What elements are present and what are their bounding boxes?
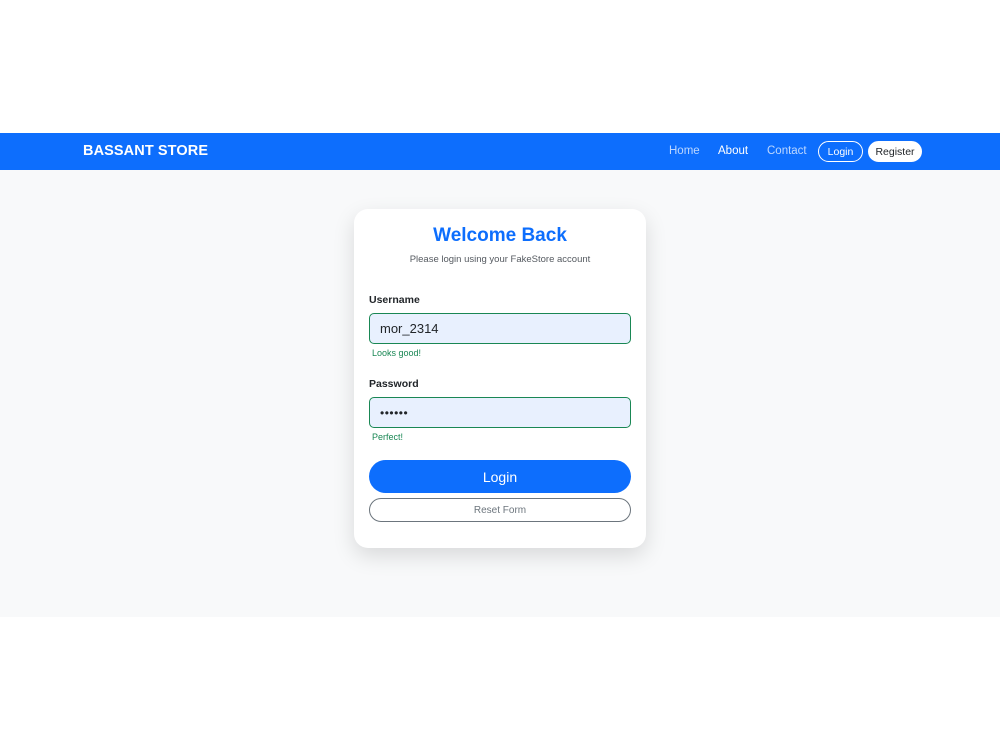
- login-submit-button[interactable]: Login: [369, 460, 631, 493]
- page: BASSANT STORE Home About Contact Login R…: [0, 0, 1000, 750]
- card-subtitle: Please login using your FakeStore accoun…: [409, 254, 591, 265]
- password-input[interactable]: ••••••: [369, 397, 631, 428]
- card-title: Welcome Back: [433, 225, 567, 246]
- brand-logo[interactable]: BASSANT STORE: [83, 143, 208, 159]
- nav-link-about[interactable]: About: [718, 145, 748, 157]
- username-label: Username: [369, 294, 420, 306]
- nav-register-button[interactable]: Register: [868, 141, 922, 162]
- navbar: BASSANT STORE Home About Contact Login R…: [0, 133, 1000, 170]
- nav-link-contact[interactable]: Contact: [767, 145, 807, 157]
- nav-link-home[interactable]: Home: [669, 145, 700, 157]
- nav-login-button[interactable]: Login: [818, 141, 863, 162]
- main-content: Welcome Back Please login using your Fak…: [0, 170, 1000, 617]
- login-card: Welcome Back Please login using your Fak…: [354, 209, 646, 548]
- username-feedback: Looks good!: [372, 348, 422, 358]
- password-label: Password: [369, 378, 419, 390]
- password-feedback: Perfect!: [372, 432, 404, 442]
- reset-form-button[interactable]: Reset Form: [369, 498, 631, 522]
- username-input[interactable]: mor_2314: [369, 313, 631, 344]
